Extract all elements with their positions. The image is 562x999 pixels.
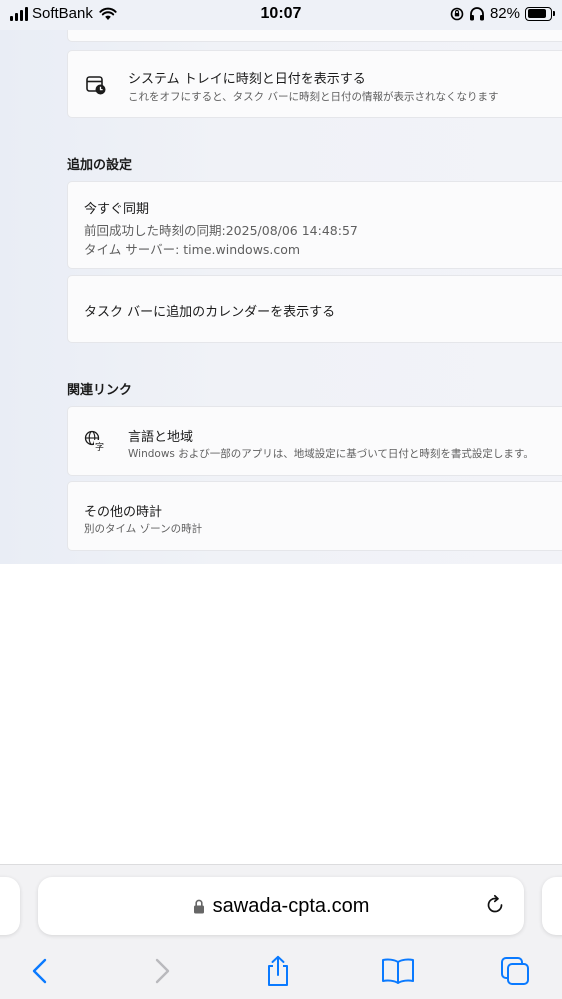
sync-last-time: 前回成功した時刻の同期:2025/08/06 14:48:57 [84,223,358,238]
next-tab-preview[interactable] [542,877,562,935]
headphones-icon [469,6,484,20]
tabs-icon [501,957,529,985]
clocks-title: その他の時計 [84,505,163,520]
share-icon [268,955,288,986]
tray-desc: これをオフにすると、タスク バーに時刻と日付の情報が表示されなくなります [128,91,499,103]
svg-text:字: 字 [95,441,104,452]
language-title: 言語と地域 [128,430,194,445]
url-text: sawada-cpta.com [212,894,370,917]
battery-percent: 82% [489,5,520,22]
back-icon [32,958,47,984]
browser-toolbar: sawada-cpta.com [0,864,562,999]
language-desc: Windows および一部のアプリは、地域設定に基づいて日付と時刻を書式設定しま… [128,448,534,460]
orientation-lock-icon [450,7,464,20]
bookmarks-icon [382,958,414,984]
forward-button[interactable] [144,953,180,989]
sync-now-card[interactable]: 今すぐ同期 前回成功した時刻の同期:2025/08/06 14:48:57 タイ… [67,181,562,269]
calendar-clock-icon [86,76,106,95]
other-clocks-link[interactable]: その他の時計 別のタイム ゾーンの時計 [67,481,562,551]
related-links-heading: 関連リンク [67,383,133,398]
language-icon: 字 [84,430,105,452]
back-button[interactable] [22,953,58,989]
additional-calendar-card[interactable]: タスク バーに追加のカレンダーを表示する [67,275,562,343]
forward-icon [155,958,170,984]
calendar-title: タスク バーに追加のカレンダーを表示する [84,305,336,320]
previous-tab-preview[interactable] [0,877,20,935]
sync-time-server: タイム サーバー: time.windows.com [84,242,301,257]
address-bar[interactable]: sawada-cpta.com [38,877,524,935]
settings-card-partial[interactable] [67,30,562,42]
tabs-button[interactable] [497,953,533,989]
status-bar: SoftBank 10:07 82% [0,0,562,30]
additional-settings-heading: 追加の設定 [67,158,133,173]
settings-page: システム トレイに時刻と日付を表示する これをオフにすると、タスク バーに時刻と… [0,30,562,564]
share-button[interactable] [260,953,296,989]
status-right: 82% [450,5,555,22]
setting-show-tray-time[interactable]: システム トレイに時刻と日付を表示する これをオフにすると、タスク バーに時刻と… [67,50,562,118]
lock-icon [193,899,204,913]
battery-icon [525,6,555,21]
bookmarks-button[interactable] [380,953,416,989]
battery-level-fill [527,9,546,18]
sync-title: 今すぐ同期 [84,202,150,217]
reload-icon[interactable] [484,894,506,916]
language-region-link[interactable]: 字 言語と地域 Windows および一部のアプリは、地域設定に基づいて日付と時… [67,406,562,476]
clocks-desc: 別のタイム ゾーンの時計 [84,523,203,535]
tray-title: システム トレイに時刻と日付を表示する [128,72,366,87]
